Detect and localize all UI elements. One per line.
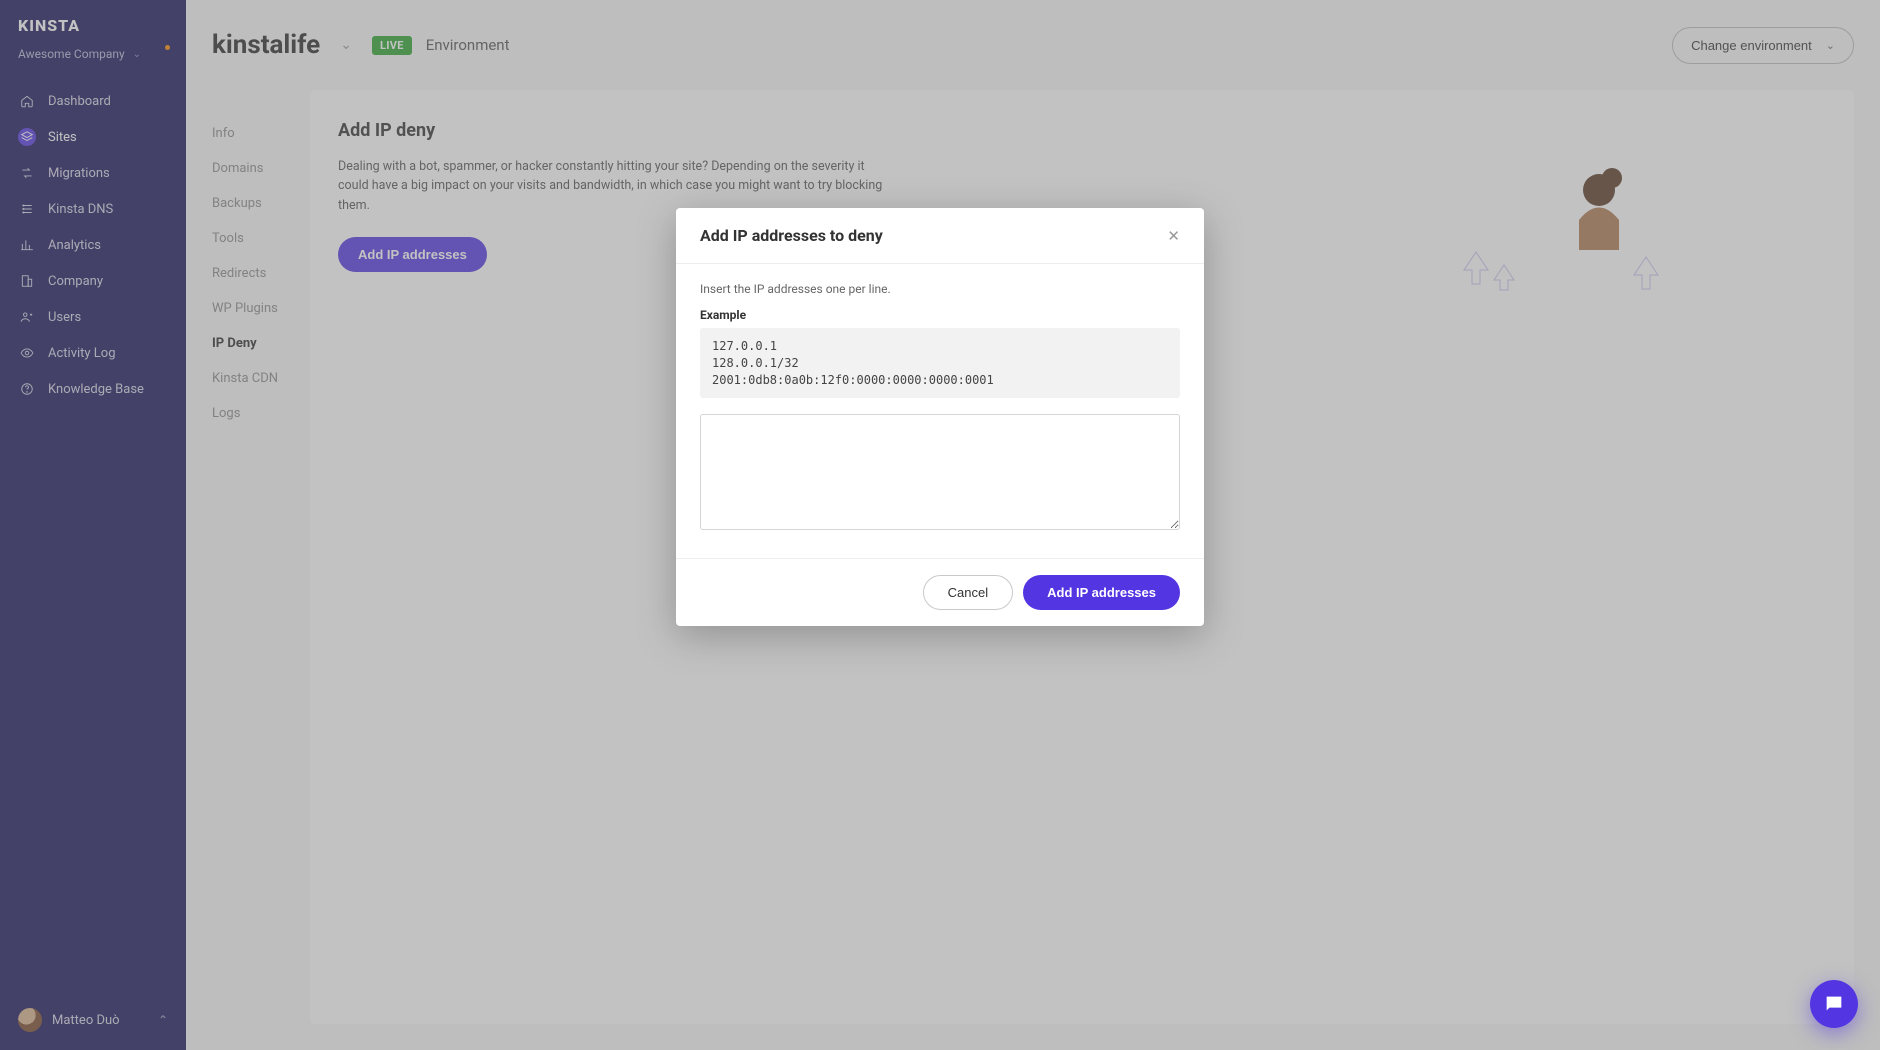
confirm-add-ip-button[interactable]: Add IP addresses — [1023, 575, 1180, 610]
modal-backdrop[interactable]: Add IP addresses to deny ✕ Insert the IP… — [0, 0, 1880, 1050]
ip-textarea[interactable] — [700, 414, 1180, 530]
chat-icon — [1823, 993, 1845, 1015]
modal-title: Add IP addresses to deny — [700, 226, 883, 245]
close-icon[interactable]: ✕ — [1167, 227, 1180, 245]
add-ip-modal: Add IP addresses to deny ✕ Insert the IP… — [676, 208, 1204, 626]
chat-launcher[interactable] — [1810, 980, 1858, 1028]
cancel-button[interactable]: Cancel — [923, 575, 1013, 610]
modal-hint: Insert the IP addresses one per line. — [700, 282, 1180, 296]
example-box: 127.0.0.1 128.0.0.1/32 2001:0db8:0a0b:12… — [700, 328, 1180, 398]
example-label: Example — [700, 308, 1180, 322]
